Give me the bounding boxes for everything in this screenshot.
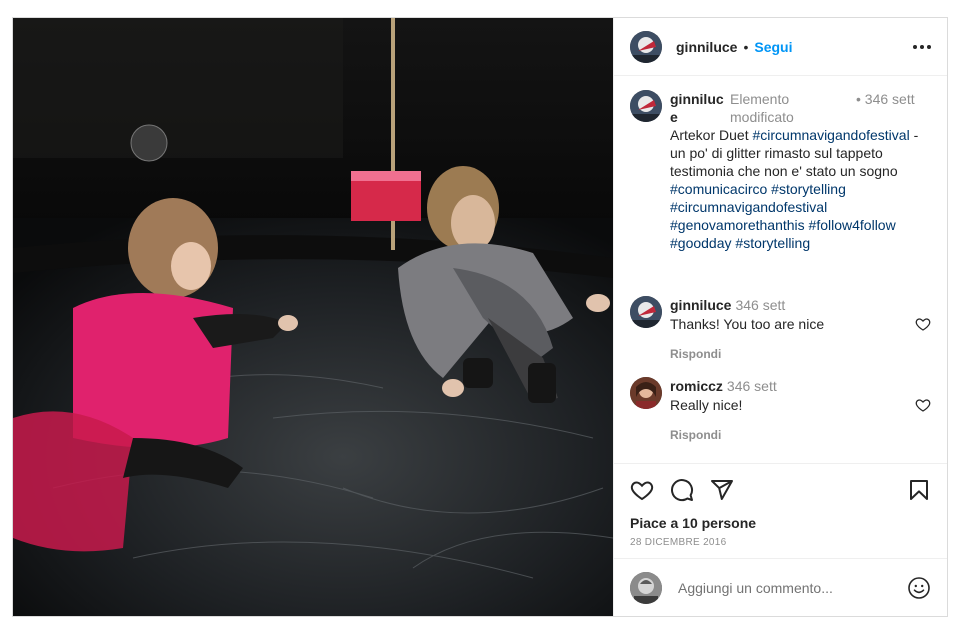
comment-item: romiccz 346 sett Really nice! Rispondi	[630, 377, 931, 442]
reply-button[interactable]: Rispondi	[670, 347, 907, 361]
comments-area[interactable]: ginniluce Elemento modificato • 346 sett…	[614, 76, 947, 463]
hashtag-link[interactable]: #follow4follow	[809, 217, 896, 233]
comment-like-heart-icon[interactable]	[915, 397, 931, 413]
comment-text: Thanks! You too are nice	[670, 316, 825, 332]
bookmark-icon[interactable]	[907, 478, 931, 502]
more-options-icon[interactable]	[913, 44, 931, 49]
add-comment-bar	[614, 558, 947, 616]
hashtag-link[interactable]: #storytelling	[735, 235, 810, 251]
commenter-avatar[interactable]	[630, 296, 662, 328]
comment-item: ginniluce 346 sett Thanks! You too are ni…	[630, 296, 931, 361]
author-username[interactable]: ginniluce	[676, 39, 737, 55]
commenter-avatar[interactable]	[630, 377, 662, 409]
post-dialog: ginniluce • Segui ginniluce Elemento mod…	[12, 17, 948, 617]
heart-icon[interactable]	[630, 478, 654, 502]
post-date[interactable]: 28 dicembre 2016	[630, 537, 931, 548]
comment-time[interactable]: 346 sett	[735, 297, 785, 313]
post-sidebar: ginniluce • Segui ginniluce Elemento mod…	[613, 18, 947, 616]
comment-time[interactable]: 346 sett	[727, 378, 777, 394]
likes-count[interactable]: Piace a 10 persone	[630, 515, 931, 531]
stage-photo-illustration	[13, 18, 613, 616]
comment-input[interactable]	[676, 578, 893, 597]
separator-dot: •	[743, 38, 749, 55]
caption-username[interactable]: ginniluce	[670, 90, 724, 126]
hashtag-link[interactable]: #circumnavigandofestival	[752, 127, 909, 143]
post-photo[interactable]	[13, 18, 613, 616]
edited-label: Elemento modificato	[730, 91, 794, 125]
share-icon[interactable]	[710, 478, 734, 502]
comment-icon[interactable]	[670, 478, 694, 502]
author-avatar[interactable]	[630, 30, 662, 63]
reply-button[interactable]: Rispondi	[670, 428, 907, 442]
post-header: ginniluce • Segui	[614, 18, 947, 76]
comment-text: Really nice!	[670, 397, 743, 413]
comment-like-heart-icon[interactable]	[915, 316, 931, 332]
comment-username[interactable]: ginniluce	[670, 297, 731, 313]
caption-avatar[interactable]	[630, 90, 662, 122]
current-user-avatar	[630, 571, 662, 604]
hashtag-link[interactable]: #circumnavigandofestival	[670, 199, 827, 215]
caption-time: • 346 sett	[856, 91, 915, 107]
comment-username[interactable]: romiccz	[670, 378, 723, 394]
hashtag-link[interactable]: #goodday	[670, 235, 732, 251]
follow-button[interactable]: Segui	[754, 39, 792, 55]
caption: ginniluce Elemento modificato • 346 sett…	[630, 90, 931, 252]
action-bar: Piace a 10 persone 28 dicembre 2016	[614, 463, 947, 558]
emoji-icon[interactable]	[907, 576, 931, 600]
hashtag-link[interactable]: #comunicacirco	[670, 181, 767, 197]
hashtag-link[interactable]: #storytelling	[771, 181, 846, 197]
caption-text: Artekor Duet #circumnavigandofestival - …	[670, 127, 919, 251]
hashtag-link[interactable]: #genovamorethanthis	[670, 217, 805, 233]
